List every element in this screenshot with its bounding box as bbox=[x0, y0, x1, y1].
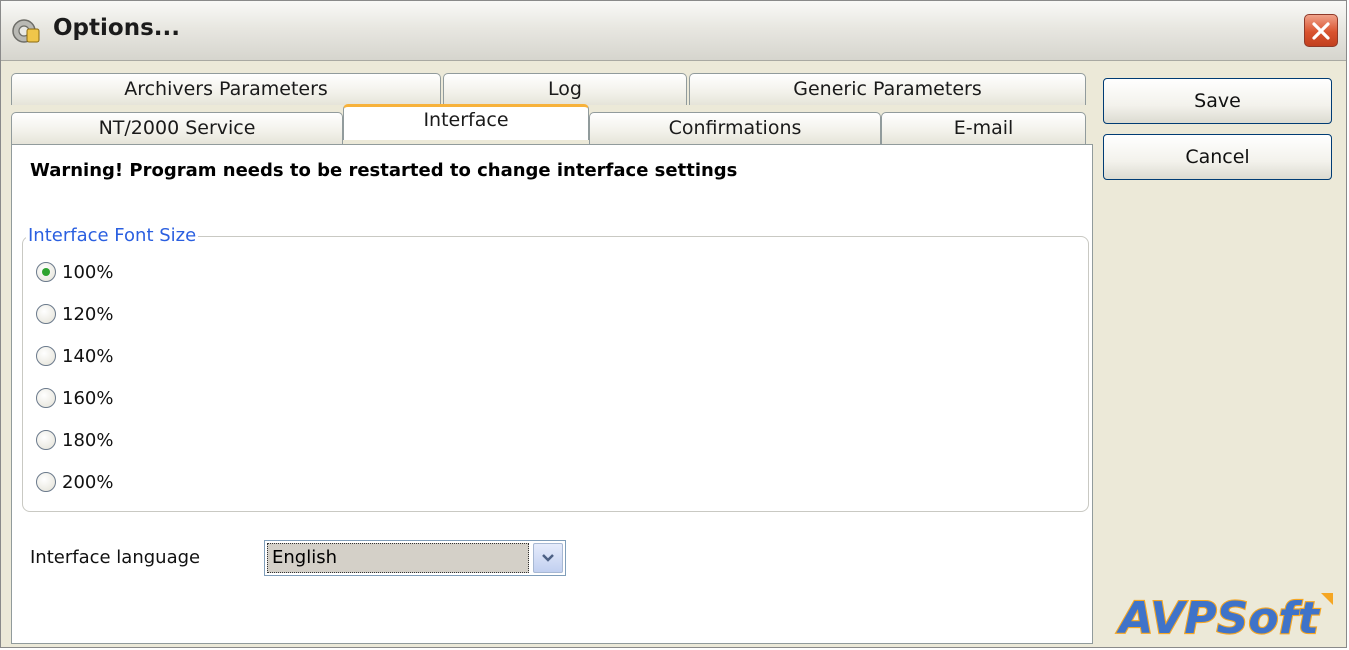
close-button[interactable] bbox=[1304, 14, 1338, 47]
title-bar[interactable]: Options... bbox=[1, 1, 1346, 61]
options-window: Options... Archivers Parameters Log Gene… bbox=[0, 0, 1347, 648]
radio-font-140[interactable]: 140% bbox=[36, 342, 113, 370]
tab-nt2000-service[interactable]: NT/2000 Service bbox=[11, 112, 343, 144]
font-size-group bbox=[22, 236, 1089, 512]
radio-button[interactable] bbox=[36, 304, 56, 324]
radio-button[interactable] bbox=[36, 472, 56, 492]
radio-selected-dot bbox=[42, 268, 50, 276]
language-select[interactable]: English bbox=[264, 540, 566, 576]
radio-font-100[interactable]: 100% bbox=[36, 258, 113, 286]
tab-control: Archivers Parameters Log Generic Paramet… bbox=[9, 67, 1097, 645]
button-pane: Save Cancel AVPSoft bbox=[1101, 67, 1340, 645]
radio-font-180[interactable]: 180% bbox=[36, 426, 113, 454]
radio-label: 180% bbox=[62, 429, 114, 451]
radio-label: 200% bbox=[62, 471, 114, 493]
tab-confirmations[interactable]: Confirmations bbox=[589, 112, 881, 144]
tab-archivers-parameters[interactable]: Archivers Parameters bbox=[11, 73, 441, 105]
radio-font-120[interactable]: 120% bbox=[36, 300, 113, 328]
restart-warning: Warning! Program needs to be restarted t… bbox=[30, 160, 738, 181]
avpsoft-logo-text: AVPSoft bbox=[1116, 593, 1320, 641]
cancel-button[interactable]: Cancel bbox=[1103, 134, 1332, 180]
options-gear-icon bbox=[12, 19, 40, 43]
window-title: Options... bbox=[53, 15, 180, 41]
save-button[interactable]: Save bbox=[1103, 78, 1332, 124]
radio-button[interactable] bbox=[36, 430, 56, 450]
radio-label: 120% bbox=[62, 303, 114, 325]
radio-button[interactable] bbox=[36, 388, 56, 408]
radio-font-200[interactable]: 200% bbox=[36, 468, 113, 496]
tab-interface[interactable]: Interface bbox=[343, 104, 589, 140]
radio-label: 140% bbox=[62, 345, 114, 367]
radio-button-selected[interactable] bbox=[36, 262, 56, 282]
language-label: Interface language bbox=[30, 547, 201, 568]
language-select-value[interactable]: English bbox=[267, 543, 529, 573]
close-icon bbox=[1312, 22, 1330, 40]
dialog-client: Archivers Parameters Log Generic Paramet… bbox=[9, 67, 1340, 645]
tab-generic-parameters[interactable]: Generic Parameters bbox=[689, 73, 1086, 105]
radio-label: 100% bbox=[62, 261, 114, 283]
radio-font-160[interactable]: 160% bbox=[36, 384, 113, 412]
interface-tab-panel: Warning! Program needs to be restarted t… bbox=[11, 144, 1093, 644]
tab-email[interactable]: E-mail bbox=[881, 112, 1086, 144]
tab-log[interactable]: Log bbox=[443, 73, 687, 105]
avpsoft-logo: AVPSoft bbox=[1107, 589, 1335, 641]
radio-button[interactable] bbox=[36, 346, 56, 366]
language-dropdown-button[interactable] bbox=[533, 543, 563, 573]
chevron-down-icon bbox=[542, 554, 554, 562]
radio-label: 160% bbox=[62, 387, 114, 409]
font-size-group-label: Interface Font Size bbox=[26, 225, 199, 246]
